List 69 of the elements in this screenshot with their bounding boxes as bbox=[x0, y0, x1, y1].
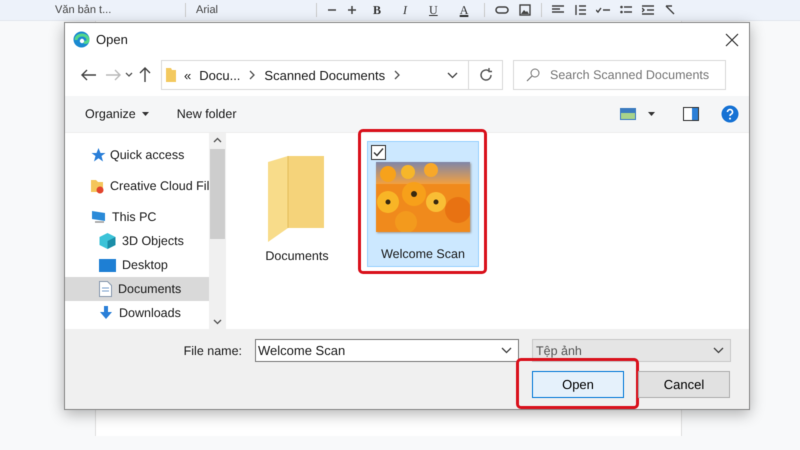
scroll-up-icon[interactable] bbox=[213, 137, 222, 143]
sidebar-item[interactable]: 3D Objects bbox=[65, 229, 209, 253]
open-button[interactable]: Open bbox=[532, 371, 624, 398]
help-icon[interactable] bbox=[721, 105, 739, 123]
line-spacing-icon[interactable] bbox=[574, 5, 586, 15]
plus-icon[interactable] bbox=[347, 5, 357, 15]
clear-format-icon[interactable] bbox=[664, 5, 676, 15]
sidebar-item[interactable]: Documents bbox=[65, 277, 209, 301]
caret-icon[interactable] bbox=[447, 72, 458, 78]
checkbox[interactable] bbox=[371, 145, 386, 160]
file-item[interactable]: Welcome Scan bbox=[367, 141, 479, 267]
sidebar-item[interactable]: This PC bbox=[65, 205, 209, 229]
file-type-dropdown[interactable]: Tệp ảnh bbox=[532, 339, 731, 362]
back-arrow-icon bbox=[81, 69, 97, 81]
star-icon bbox=[91, 148, 106, 162]
indent-icon[interactable] bbox=[642, 5, 654, 15]
preview-pane-icon[interactable] bbox=[683, 107, 699, 121]
folder-icon bbox=[268, 156, 326, 242]
format-button[interactable]: B bbox=[367, 2, 388, 18]
file-name-field[interactable]: Welcome Scan bbox=[255, 339, 519, 362]
caret-icon[interactable] bbox=[125, 72, 133, 78]
refresh-button[interactable] bbox=[469, 60, 503, 90]
forward-arrow-icon bbox=[105, 69, 121, 81]
format-button[interactable]: U bbox=[423, 2, 444, 18]
link-icon[interactable] bbox=[495, 5, 510, 15]
folder-icon bbox=[166, 68, 176, 82]
font-dropdown[interactable]: Arial bbox=[196, 4, 306, 16]
align-icon[interactable] bbox=[552, 5, 564, 15]
organize-menu[interactable]: Organize bbox=[85, 107, 149, 121]
sidebar-item[interactable]: Downloads bbox=[65, 301, 209, 325]
format-button[interactable]: A bbox=[454, 2, 474, 18]
caret-icon bbox=[142, 112, 149, 116]
new-folder-button[interactable]: New folder bbox=[176, 107, 236, 121]
breadcrumb[interactable]: Docu... bbox=[199, 68, 240, 82]
search-icon bbox=[526, 68, 540, 82]
folder-icon bbox=[91, 178, 106, 194]
sidebar-item[interactable]: Desktop bbox=[65, 253, 209, 277]
browser-logo-icon bbox=[73, 31, 90, 48]
file-name-label: File name: bbox=[184, 344, 242, 358]
caret-icon bbox=[501, 347, 512, 354]
bullet-list-icon[interactable] bbox=[620, 5, 632, 15]
file-item[interactable]: Documents bbox=[259, 141, 335, 267]
format-button[interactable]: I bbox=[397, 2, 414, 18]
cancel-button[interactable]: Cancel bbox=[638, 371, 730, 398]
checklist-icon[interactable] bbox=[596, 5, 610, 15]
overflow-marker[interactable]: « bbox=[184, 68, 192, 82]
download-icon bbox=[99, 306, 113, 320]
dialog-title: Open bbox=[96, 32, 128, 47]
breadcrumb[interactable]: Scanned Documents bbox=[264, 68, 386, 82]
style-dropdown[interactable]: Văn bản t... bbox=[55, 4, 175, 16]
image-icon[interactable] bbox=[519, 4, 532, 16]
caret-icon[interactable] bbox=[648, 112, 655, 116]
cube-icon bbox=[99, 233, 116, 249]
close-icon[interactable] bbox=[725, 32, 739, 46]
sidebar-item[interactable]: Creative Cloud Fil bbox=[65, 174, 209, 198]
chevron-icon[interactable] bbox=[248, 70, 256, 80]
desktop-icon bbox=[99, 258, 116, 272]
chevron-icon[interactable] bbox=[393, 70, 402, 80]
scrollbar[interactable] bbox=[209, 133, 226, 329]
computer-icon bbox=[91, 210, 108, 224]
document-icon bbox=[99, 281, 112, 297]
search-field[interactable]: Search Scanned Documents bbox=[513, 60, 726, 90]
caret-icon bbox=[713, 347, 724, 354]
scroll-down-icon[interactable] bbox=[213, 319, 222, 325]
view-icon[interactable] bbox=[620, 108, 636, 120]
address-bar[interactable]: « Docu... Scanned Documents bbox=[161, 60, 469, 90]
sidebar-item[interactable]: Quick access bbox=[65, 143, 209, 167]
refresh-icon bbox=[478, 68, 492, 82]
up-arrow-icon bbox=[139, 67, 151, 83]
